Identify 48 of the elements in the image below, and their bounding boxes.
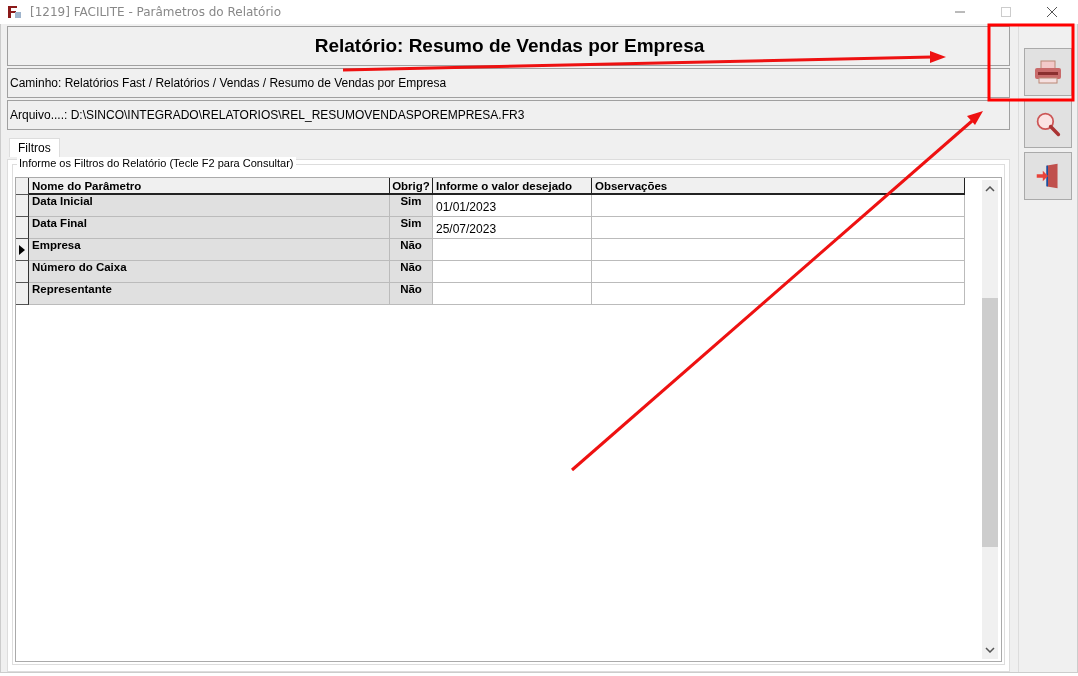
table-cell[interactable] [433,239,592,261]
table-cell[interactable] [592,195,965,217]
table-cell[interactable] [433,261,592,283]
report-file: Arquivo....: D:\SINCO\INTEGRADO\RELATORIOS\REL_RESUMOVENDASPOREMPRESA.FR3 [7,100,1010,130]
preview-button[interactable] [1024,100,1072,148]
row-indicator[interactable] [16,195,29,217]
row-indicator[interactable] [16,217,29,239]
table-cell[interactable]: 01/01/2023 [433,195,592,217]
table-cell: Não [390,283,433,305]
tab[interactable]: Filtros [9,138,60,157]
close-icon[interactable] [1046,6,1058,18]
table-cell: Não [390,261,433,283]
table-cell: Número do Caixa [29,261,390,283]
app-logo-icon [6,4,22,20]
print-button[interactable] [1024,48,1072,96]
table-cell[interactable] [433,283,592,305]
scrollbar[interactable] [982,180,998,659]
row-indicator[interactable] [16,239,29,261]
column-header[interactable]: Observações [592,178,965,195]
table-cell: Representante [29,283,390,305]
table-cell: Não [390,239,433,261]
table-cell[interactable] [592,283,965,305]
scroll-down-icon[interactable] [985,647,995,653]
column-header[interactable]: Obrig? [390,178,433,195]
table-cell[interactable]: 25/07/2023 [433,217,592,239]
row-indicator[interactable] [16,283,29,305]
table-cell: Sim [390,195,433,217]
table-cell: Empresa [29,239,390,261]
scroll-up-icon[interactable] [985,186,995,192]
table-cell[interactable] [592,261,965,283]
row-indicator [16,178,29,195]
report-title: Relatório: Resumo de Vendas por Empresa [7,26,1010,66]
table-cell: Sim [390,217,433,239]
report-path: Caminho: Relatórios Fast / Relatórios / Vendas / Resumo de Vendas por Empresa [7,68,1010,98]
current-row-icon [19,244,25,255]
row-indicator[interactable] [16,261,29,283]
exit-button[interactable] [1024,152,1072,200]
table-cell[interactable] [592,217,965,239]
scrollbar-thumb[interactable] [982,298,998,547]
group-title: Informe os Filtros do Relatório (Tecle F2 para Consultar) [17,157,296,169]
column-header[interactable]: Informe o valor desejado [433,178,592,195]
table-cell[interactable] [592,239,965,261]
maximize-icon[interactable] [1000,6,1012,18]
printer-icon [1033,59,1063,85]
window-title: [1219] FACILITE - Parâmetros do Relatório [30,5,282,19]
table-cell: Data Final [29,217,390,239]
table-cell: Data Inicial [29,195,390,217]
column-header[interactable]: Nome do Parâmetro [29,178,390,195]
